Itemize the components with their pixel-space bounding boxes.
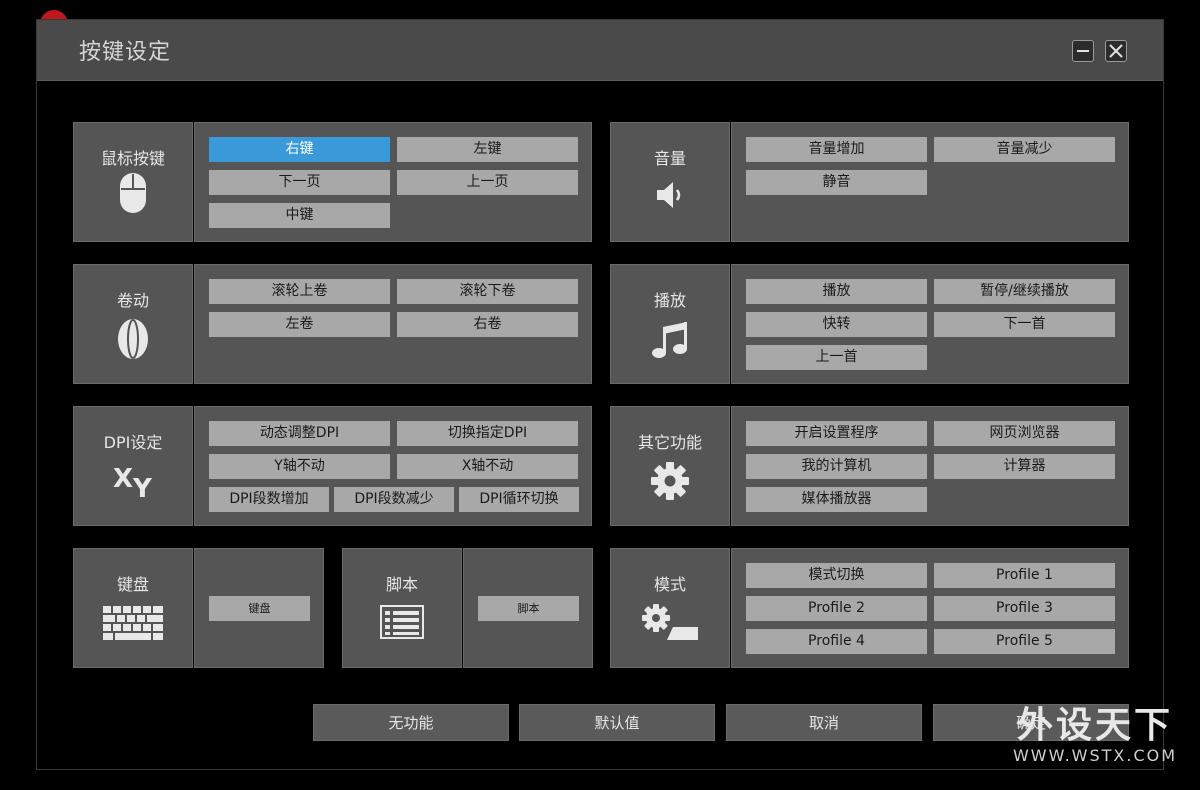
category-label: 鼠标按键 xyxy=(100,149,165,168)
category-dpi: DPI设定 X Y xyxy=(73,406,193,526)
title-bar: 按键设定 xyxy=(37,20,1163,81)
script-button[interactable]: 脚本 xyxy=(478,596,579,621)
options-other: 开启设置程序 网页浏览器 我的计算机 计算器 媒体播放器 xyxy=(731,406,1129,526)
dpi-switch-preset-button[interactable]: 切换指定DPI xyxy=(397,421,578,446)
play-button[interactable]: 播放 xyxy=(746,279,927,304)
profile-5-button[interactable]: Profile 5 xyxy=(934,629,1115,654)
xy-axis-icon: X Y xyxy=(113,464,153,499)
category-script: 脚本 xyxy=(342,548,462,668)
speaker-icon xyxy=(657,182,681,208)
close-button[interactable] xyxy=(1105,40,1127,62)
category-label: 音量 xyxy=(653,149,686,168)
lock-y-axis-button[interactable]: Y轴不动 xyxy=(209,454,390,479)
minimize-button[interactable] xyxy=(1072,40,1094,62)
profile-2-button[interactable]: Profile 2 xyxy=(746,596,927,621)
svg-text:X: X xyxy=(113,464,133,494)
dpi-dynamic-adjust-button[interactable]: 动态调整DPI xyxy=(209,421,390,446)
cancel-button[interactable]: 取消 xyxy=(726,704,922,741)
category-mode: 模式 xyxy=(610,548,730,668)
options-mode: 模式切换 Profile 1 Profile 2 Profile 3 Profi… xyxy=(731,548,1129,668)
gear-profile-icon xyxy=(642,604,698,640)
next-track-button[interactable]: 下一首 xyxy=(934,312,1115,337)
web-browser-button[interactable]: 网页浏览器 xyxy=(934,421,1115,446)
my-computer-button[interactable]: 我的计算机 xyxy=(746,454,927,479)
scroll-up-button[interactable]: 滚轮上卷 xyxy=(209,279,390,304)
ok-button[interactable]: 确定 xyxy=(933,704,1129,741)
close-icon xyxy=(1109,44,1123,58)
default-button[interactable]: 默认值 xyxy=(519,704,715,741)
previous-track-button[interactable]: 上一首 xyxy=(746,345,927,370)
category-playback: 播放 xyxy=(610,264,730,384)
category-label: 卷动 xyxy=(116,291,149,310)
dpi-cycle-button[interactable]: DPI循环切换 xyxy=(459,487,579,512)
screen: 按键设定 鼠标按键 右键 左键 下一页 上一页 中键 音量 音量增加 音量减少 … xyxy=(0,0,1200,790)
category-label: 模式 xyxy=(653,575,686,594)
pause-resume-button[interactable]: 暂停/继续播放 xyxy=(934,279,1115,304)
category-volume: 音量 xyxy=(610,122,730,242)
category-label: 播放 xyxy=(653,291,686,310)
profile-4-button[interactable]: Profile 4 xyxy=(746,629,927,654)
script-list-icon xyxy=(380,605,424,639)
mode-switch-button[interactable]: 模式切换 xyxy=(746,563,927,588)
category-label: 键盘 xyxy=(116,575,149,594)
mouse-page-down-button[interactable]: 下一页 xyxy=(209,170,390,195)
options-dpi: 动态调整DPI 切换指定DPI Y轴不动 X轴不动 DPI段数增加 DPI段数减… xyxy=(194,406,592,526)
category-keyboard: 键盘 xyxy=(73,548,193,668)
category-mouse: 鼠标按键 xyxy=(73,122,193,242)
options-volume: 音量增加 音量减少 静音 xyxy=(731,122,1129,242)
category-label: 脚本 xyxy=(385,575,418,594)
mouse-page-up-button[interactable]: 上一页 xyxy=(397,170,578,195)
dpi-stage-up-button[interactable]: DPI段数增加 xyxy=(209,487,329,512)
mouse-middle-button[interactable]: 中键 xyxy=(209,203,390,228)
category-other: 其它功能 xyxy=(610,406,730,526)
open-settings-button[interactable]: 开启设置程序 xyxy=(746,421,927,446)
volume-down-button[interactable]: 音量减少 xyxy=(934,137,1115,162)
profile-1-button[interactable]: Profile 1 xyxy=(934,563,1115,588)
scroll-wheel-icon xyxy=(118,319,148,359)
key-settings-dialog: 按键设定 鼠标按键 右键 左键 下一页 上一页 中键 音量 音量增加 音量减少 … xyxy=(36,19,1164,770)
mute-button[interactable]: 静音 xyxy=(746,170,927,195)
scroll-down-button[interactable]: 滚轮下卷 xyxy=(397,279,578,304)
profile-3-button[interactable]: Profile 3 xyxy=(934,596,1115,621)
calculator-button[interactable]: 计算器 xyxy=(934,454,1115,479)
scroll-left-button[interactable]: 左卷 xyxy=(209,312,390,337)
mouse-left-button[interactable]: 左键 xyxy=(397,137,578,162)
scroll-right-button[interactable]: 右卷 xyxy=(397,312,578,337)
options-mouse: 右键 左键 下一页 上一页 中键 xyxy=(194,122,592,242)
mouse-right-button[interactable]: 右键 xyxy=(209,137,390,162)
music-note-icon xyxy=(652,322,687,358)
lock-x-axis-button[interactable]: X轴不动 xyxy=(397,454,578,479)
category-scroll: 卷动 xyxy=(73,264,193,384)
options-playback: 播放 暂停/继续播放 快转 下一首 上一首 xyxy=(731,264,1129,384)
svg-text:Y: Y xyxy=(132,474,153,499)
dpi-stage-down-button[interactable]: DPI段数减少 xyxy=(334,487,454,512)
no-function-button[interactable]: 无功能 xyxy=(313,704,509,741)
volume-up-button[interactable]: 音量增加 xyxy=(746,137,927,162)
gear-icon xyxy=(651,462,689,500)
options-script: 脚本 xyxy=(463,548,593,668)
dialog-title: 按键设定 xyxy=(79,40,172,65)
options-scroll: 滚轮上卷 滚轮下卷 左卷 右卷 xyxy=(194,264,592,384)
keyboard-icon xyxy=(103,606,163,640)
keyboard-button[interactable]: 键盘 xyxy=(209,596,310,621)
category-label: 其它功能 xyxy=(637,433,702,452)
mouse-icon xyxy=(120,173,146,213)
options-keyboard: 键盘 xyxy=(194,548,324,668)
fast-forward-button[interactable]: 快转 xyxy=(746,312,927,337)
category-label: DPI设定 xyxy=(103,433,163,452)
media-player-button[interactable]: 媒体播放器 xyxy=(746,487,927,512)
